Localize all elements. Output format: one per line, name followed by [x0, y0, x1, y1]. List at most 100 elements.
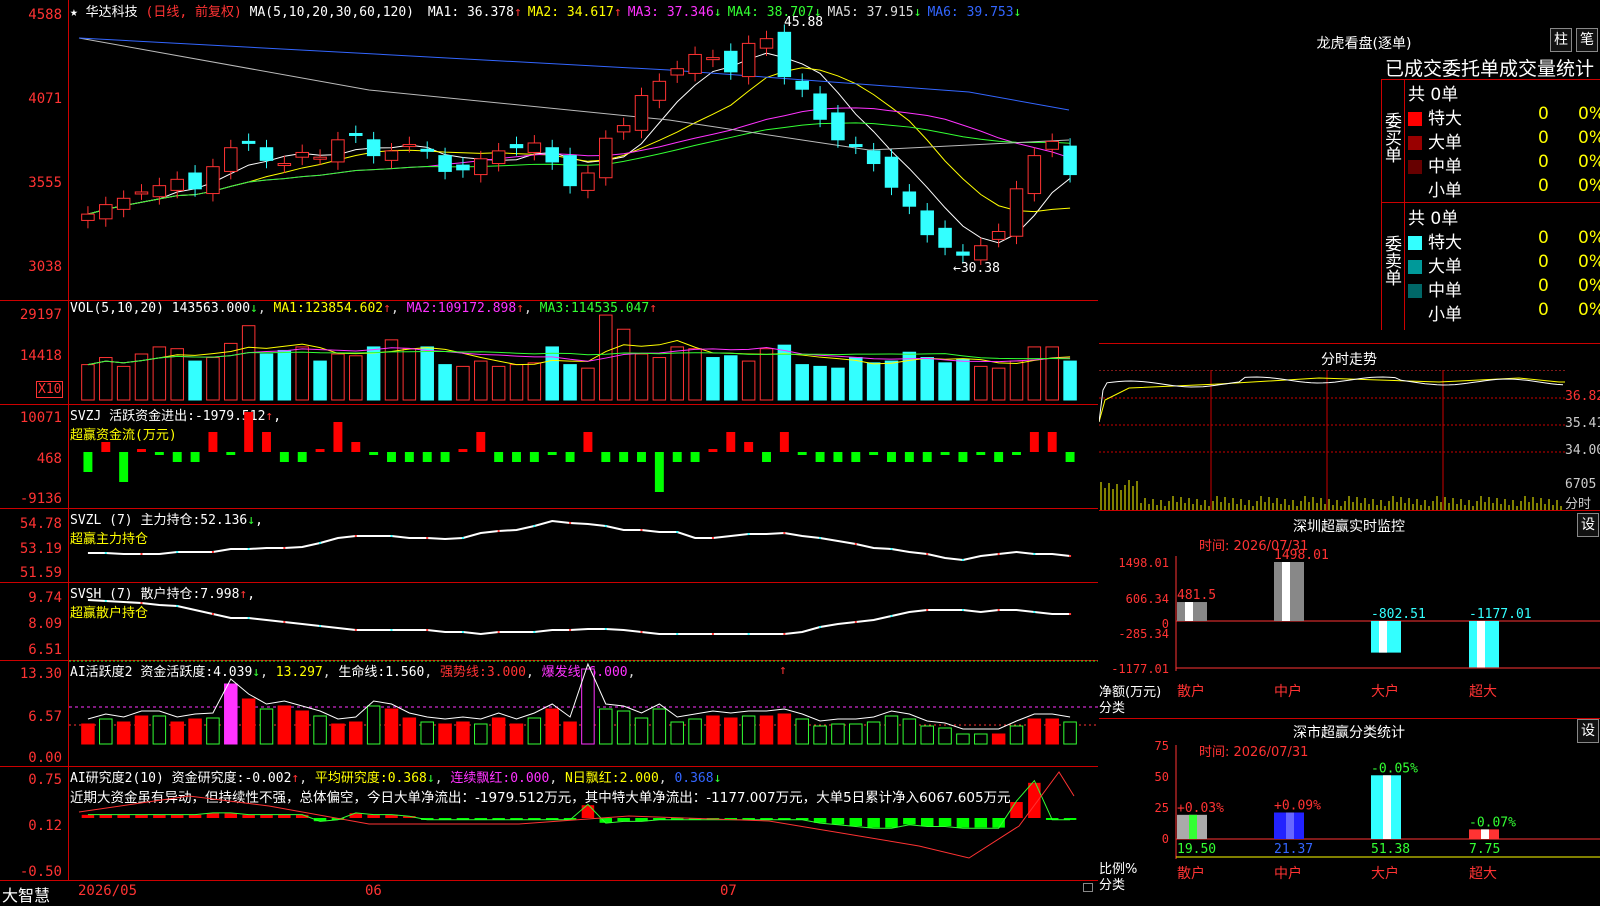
color-swatch — [1408, 112, 1422, 126]
research-bar — [153, 814, 166, 818]
volume-bar — [813, 365, 827, 401]
row-name: 特大 — [1428, 109, 1462, 129]
sz-category: 中户 — [1274, 683, 1302, 700]
volume-bar — [491, 365, 506, 401]
svsh-chart[interactable] — [69, 582, 1098, 660]
signal-arrow: ↑ — [779, 663, 787, 678]
ai-research-chart[interactable] — [69, 766, 1098, 880]
svzj-chart[interactable] — [69, 404, 1098, 508]
activity-bar — [831, 723, 845, 745]
svsh-line — [87, 599, 1071, 636]
line-dot — [640, 631, 643, 633]
svzl-line — [87, 519, 1071, 562]
color-swatch — [1408, 260, 1422, 274]
row-name: 大单 — [1428, 133, 1462, 153]
intraday-chart[interactable] — [1099, 370, 1600, 510]
fund-flow-bar — [940, 452, 950, 455]
volume-bar — [420, 346, 434, 401]
line-dot — [819, 626, 822, 628]
research-bar — [81, 814, 95, 818]
row-value: 0 — [1538, 128, 1549, 148]
candle — [81, 213, 95, 221]
color-swatch — [1408, 160, 1422, 174]
activity-bar — [438, 723, 452, 745]
activity-bar — [170, 721, 184, 745]
fund-flow-bar — [833, 452, 843, 462]
fund-flow-bar — [851, 452, 861, 462]
fund-flow-bar — [1065, 452, 1075, 462]
ai-activity-chart[interactable]: ↑ — [69, 660, 1098, 766]
svzl-chart[interactable] — [69, 508, 1098, 582]
svzl-panel[interactable]: 54.78 53.19 51.59 SVZL (7) 主力持仓:52.136↓,… — [0, 508, 1098, 583]
svzl-tick: 51.59 — [19, 565, 62, 581]
bar-view-button[interactable]: 柱 — [1550, 28, 1572, 52]
volume-bar — [331, 353, 345, 401]
fund-flow-bar — [387, 452, 396, 462]
fund-flow-bar — [976, 452, 986, 455]
color-swatch — [1408, 184, 1422, 198]
line-dot — [176, 551, 179, 553]
activity-bar — [777, 713, 792, 745]
candle — [902, 191, 917, 207]
fund-flow-bar — [869, 452, 879, 455]
activity-bar — [724, 717, 738, 745]
candle — [563, 155, 577, 187]
sz-value: 481.5 — [1177, 588, 1216, 603]
sc-bar-highlight — [1383, 775, 1391, 839]
line-dot — [890, 615, 893, 617]
high-price-label: 45.88 — [784, 15, 824, 30]
candle — [224, 147, 238, 172]
volume-chart[interactable] — [69, 300, 1098, 404]
line-dot — [640, 529, 643, 531]
research-bar — [170, 814, 184, 818]
ai-research-panel[interactable]: 0.75 0.12 -0.50 AI研究度2(10) 资金研究度:-0.002↑… — [0, 766, 1098, 880]
sc-value: 21.37 — [1274, 842, 1313, 857]
line-dot — [176, 605, 179, 607]
sz-tick: 1498.01 — [1118, 556, 1169, 570]
sc-stat-panel[interactable]: 深市超赢分类统计 设 时间: 2026/07/31 75 50 25 0 +0.03% 1… — [1099, 719, 1600, 900]
fund-flow-bar — [654, 452, 664, 492]
activity-bar — [634, 717, 649, 745]
svsh-panel[interactable]: 9.74 8.09 6.51 SVSH (7) 散户持仓:7.998↑, 超赢散… — [0, 582, 1098, 661]
line-dot — [319, 542, 322, 544]
sz-monitor-panel[interactable]: 深圳超赢实时监控 设 时间: 2026/07/31 1498.01 606.34 0… — [1099, 511, 1600, 719]
candle — [420, 148, 434, 152]
line-dot — [569, 629, 572, 631]
research-bar — [242, 814, 255, 818]
activity-bar — [991, 733, 1006, 745]
line-dot — [1069, 555, 1072, 557]
activity-bar — [902, 718, 917, 745]
date-label: 06 — [365, 883, 382, 899]
line-dot — [354, 629, 357, 631]
line-dot — [211, 613, 214, 615]
sc-tick: 25 — [1155, 801, 1169, 815]
activity-bar — [920, 725, 934, 745]
activity-bar — [652, 708, 667, 745]
line-dot — [390, 629, 393, 631]
kline-chart[interactable] — [69, 0, 1098, 300]
volume-bar — [241, 325, 256, 401]
price-tick: 4588 — [28, 7, 62, 23]
sc-value: 19.50 — [1177, 842, 1216, 857]
svzj-panel[interactable]: 10071 468 -9136 SVZJ 活跃资金进出:-1979.512↑, … — [0, 404, 1098, 509]
color-swatch — [1408, 236, 1422, 250]
line-dot — [497, 530, 500, 532]
kline-panel[interactable]: 4588 4071 3555 3038 ★ 华达科技 (日线, 前复权) MA(… — [0, 0, 1098, 301]
intraday-panel[interactable]: 分时走势 36.82 35.41 34.00 6705 分时 — [1099, 344, 1600, 512]
fs-unit: 分时 — [1565, 497, 1592, 512]
svzj-tick: 468 — [36, 451, 62, 467]
volume-bar — [741, 360, 756, 401]
line-dot — [747, 633, 750, 635]
ai-activity-panel[interactable]: 13.30 6.57 0.00 AI活跃度2 资金活跃度:4.039↓, 13.… — [0, 660, 1098, 767]
line-dot — [211, 551, 214, 553]
tick-view-button[interactable]: 笔 — [1576, 28, 1598, 52]
row-value: 0 — [1538, 104, 1549, 124]
volume-bar — [991, 367, 1006, 401]
candle — [724, 50, 738, 73]
volume-panel[interactable]: 29197 14418 X10 VOL(5,10,20) 143563.000↓… — [0, 300, 1098, 405]
candle — [938, 227, 952, 248]
row-value: 0 — [1538, 228, 1549, 248]
fund-flow-bar — [762, 452, 771, 462]
activity-bar — [670, 721, 684, 745]
svzj-tick: 10071 — [19, 410, 62, 426]
